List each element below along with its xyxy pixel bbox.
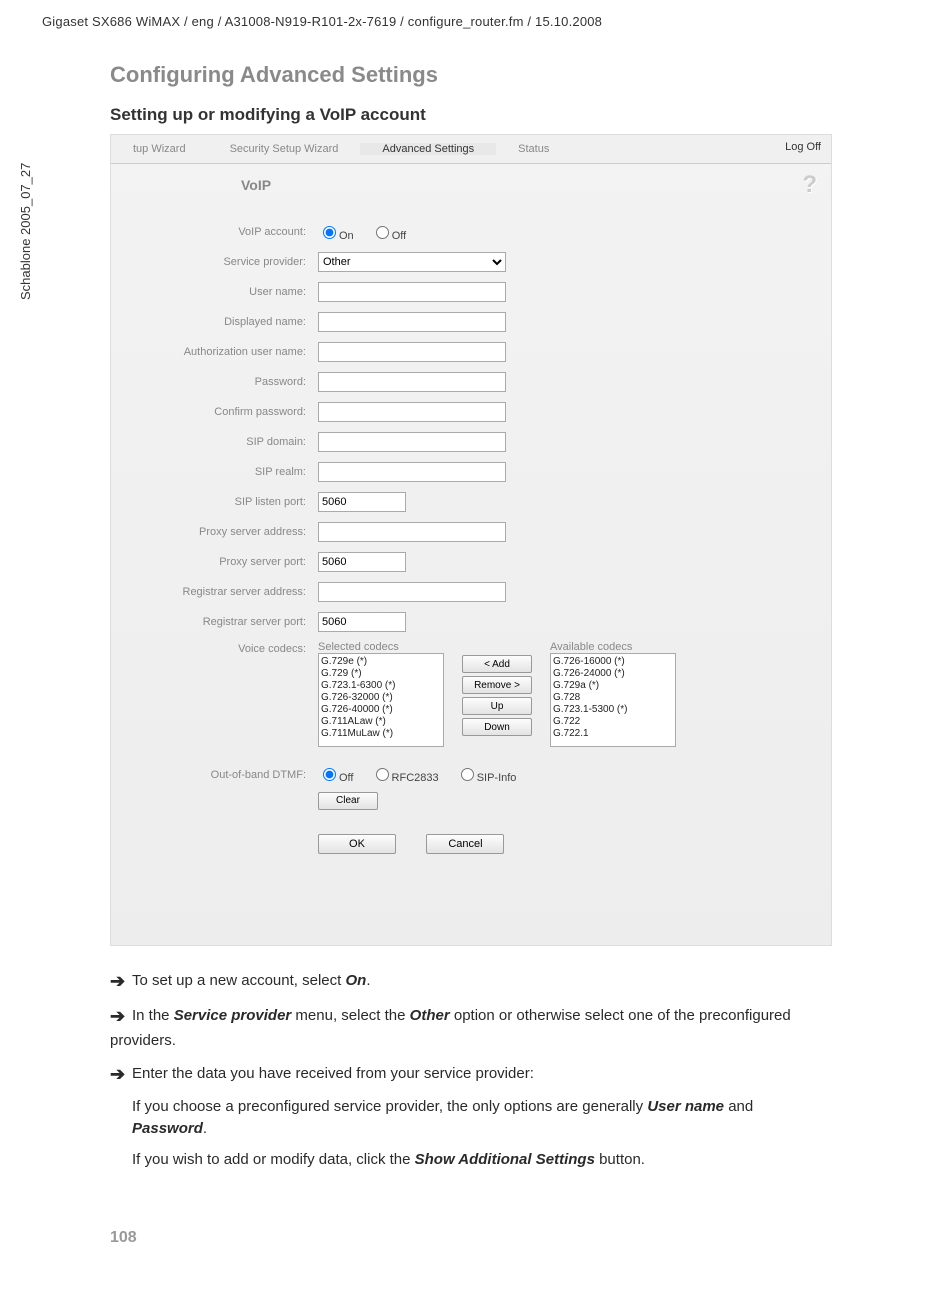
voip-account-on-radio[interactable] [323, 226, 336, 239]
codec-add-button[interactable]: < Add [462, 655, 532, 673]
list-item[interactable]: G.723.1-6300 (*) [321, 680, 441, 692]
selected-codecs-header: Selected codecs [318, 641, 444, 653]
document-header-path: Gigaset SX686 WiMAX / eng / A31008-N919-… [42, 14, 602, 29]
proxy-port-label: Proxy server port: [111, 556, 318, 568]
instr-text: menu, select the [291, 1007, 409, 1024]
proxy-port-field[interactable] [318, 552, 406, 572]
instr-strong: Service provider [174, 1007, 292, 1024]
confirm-password-label: Confirm password: [111, 406, 318, 418]
sip-listen-port-field[interactable] [318, 492, 406, 512]
displayed-name-label: Displayed name: [111, 316, 318, 328]
dtmf-off-label: Off [339, 772, 353, 784]
instr-text: . [366, 972, 370, 989]
list-item[interactable]: G.729e (*) [321, 656, 441, 668]
sip-domain-label: SIP domain: [111, 436, 318, 448]
cancel-button[interactable]: Cancel [426, 834, 504, 854]
tab-advanced-settings[interactable]: Advanced Settings [360, 143, 496, 155]
instr-text: In the [132, 1007, 174, 1024]
sip-listen-port-label: SIP listen port: [111, 496, 318, 508]
user-name-field[interactable] [318, 282, 506, 302]
instr-strong: On [345, 972, 366, 989]
dtmf-rfc-label: RFC2833 [392, 772, 439, 784]
router-ui-screenshot: tup Wizard Security Setup Wizard Advance… [110, 134, 832, 946]
available-codecs-list[interactable]: G.726-16000 (*) G.726-24000 (*) G.729a (… [550, 653, 676, 747]
password-label: Password: [111, 376, 318, 388]
list-item[interactable]: G.726-40000 (*) [321, 704, 441, 716]
top-tabs: tup Wizard Security Setup Wizard Advance… [111, 135, 831, 164]
instr-text: If you choose a preconfigured service pr… [132, 1098, 647, 1115]
list-item[interactable]: G.711ALaw (*) [321, 716, 441, 728]
reg-port-label: Registrar server port: [111, 616, 318, 628]
reg-addr-label: Registrar server address: [111, 586, 318, 598]
list-item[interactable]: G.728 [553, 692, 673, 704]
instr-strong: Other [410, 1007, 450, 1024]
user-name-label: User name: [111, 286, 318, 298]
voip-form: VoIP account: On Off Service provider: O… [111, 217, 831, 854]
list-item[interactable]: G.722.1 [553, 728, 673, 740]
voip-heading: VoIP [241, 177, 271, 193]
dtmf-sip-label: SIP-Info [477, 772, 517, 784]
service-provider-select[interactable]: Other [318, 252, 506, 272]
sip-realm-field[interactable] [318, 462, 506, 482]
reg-port-field[interactable] [318, 612, 406, 632]
clear-button[interactable]: Clear [318, 792, 378, 810]
tab-security-wizard[interactable]: Security Setup Wizard [208, 143, 361, 155]
selected-codecs-list[interactable]: G.729e (*) G.729 (*) G.723.1-6300 (*) G.… [318, 653, 444, 747]
list-item[interactable]: G.729a (*) [553, 680, 673, 692]
sip-realm-label: SIP realm: [111, 466, 318, 478]
page-number: 108 [110, 1229, 137, 1247]
codec-down-button[interactable]: Down [462, 718, 532, 736]
dtmf-rfc-radio[interactable] [376, 768, 389, 781]
page-title: Configuring Advanced Settings [110, 62, 438, 88]
arrow-icon: ➔ [110, 968, 132, 995]
instr-text: button. [595, 1151, 645, 1168]
auth-user-label: Authorization user name: [111, 346, 318, 358]
instr-text: Enter the data you have received from yo… [132, 1065, 534, 1082]
tab-status[interactable]: Status [496, 143, 571, 155]
instr-strong: Password [132, 1120, 203, 1137]
section-title: Setting up or modifying a VoIP account [110, 105, 426, 125]
displayed-name-field[interactable] [318, 312, 506, 332]
password-field[interactable] [318, 372, 506, 392]
template-side-label: Schablone 2005_07_27 [18, 163, 33, 300]
instruction-block: ➔To set up a new account, select On. ➔In… [110, 960, 830, 1179]
list-item[interactable]: G.726-16000 (*) [553, 656, 673, 668]
voip-account-label: VoIP account: [111, 226, 318, 238]
tab-setup-wizard[interactable]: tup Wizard [111, 143, 208, 155]
list-item[interactable]: G.722 [553, 716, 673, 728]
help-icon[interactable]: ? [802, 171, 817, 199]
voice-codecs-label: Voice codecs: [111, 641, 318, 655]
arrow-icon: ➔ [110, 1003, 132, 1030]
list-item[interactable]: G.723.1-5300 (*) [553, 704, 673, 716]
list-item[interactable]: G.711MuLaw (*) [321, 728, 441, 740]
dtmf-off-radio[interactable] [323, 768, 336, 781]
instr-strong: Show Additional Settings [415, 1151, 595, 1168]
radio-on-label: On [339, 230, 354, 242]
dtmf-sip-radio[interactable] [461, 768, 474, 781]
auth-user-field[interactable] [318, 342, 506, 362]
proxy-addr-label: Proxy server address: [111, 526, 318, 538]
voip-account-off-radio[interactable] [376, 226, 389, 239]
available-codecs-header: Available codecs [550, 641, 676, 653]
instr-text: . [203, 1120, 207, 1137]
codec-up-button[interactable]: Up [462, 697, 532, 715]
codec-remove-button[interactable]: Remove > [462, 676, 532, 694]
confirm-password-field[interactable] [318, 402, 506, 422]
dtmf-label: Out-of-band DTMF: [111, 769, 318, 781]
arrow-icon: ➔ [110, 1061, 132, 1088]
proxy-addr-field[interactable] [318, 522, 506, 542]
reg-addr-field[interactable] [318, 582, 506, 602]
radio-off-label: Off [392, 230, 406, 242]
sip-domain-field[interactable] [318, 432, 506, 452]
list-item[interactable]: G.726-32000 (*) [321, 692, 441, 704]
list-item[interactable]: G.729 (*) [321, 668, 441, 680]
logoff-link[interactable]: Log Off [785, 141, 821, 153]
instr-strong: User name [647, 1098, 724, 1115]
ok-button[interactable]: OK [318, 834, 396, 854]
instr-text: To set up a new account, select [132, 972, 345, 989]
instr-text: If you wish to add or modify data, click… [132, 1151, 415, 1168]
instr-text: and [724, 1098, 753, 1115]
service-provider-label: Service provider: [111, 256, 318, 268]
list-item[interactable]: G.726-24000 (*) [553, 668, 673, 680]
